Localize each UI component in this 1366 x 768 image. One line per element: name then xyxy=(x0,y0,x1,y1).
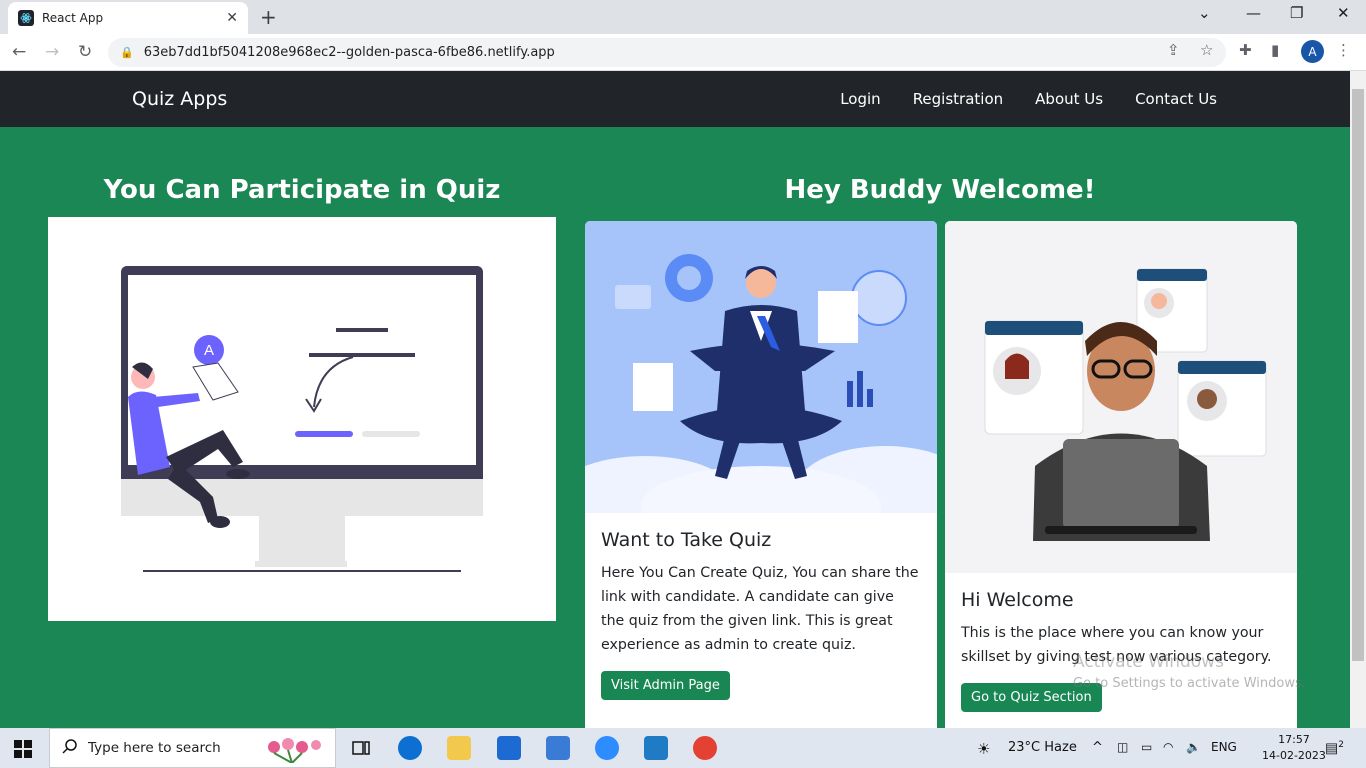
reload-icon[interactable]: ↻ xyxy=(78,42,92,62)
nav-contact-us[interactable]: Contact Us xyxy=(1135,90,1217,108)
meditating-businessman-illustration xyxy=(585,221,937,546)
search-icon xyxy=(62,738,78,758)
page-viewport: Quiz Apps Login Registration About Us Co… xyxy=(0,71,1350,728)
edge-browser-icon[interactable] xyxy=(398,736,422,760)
zoom-icon[interactable] xyxy=(595,736,619,760)
url-text: 63eb7dd1bf5041208e968ec2--golden-pasca-6… xyxy=(143,45,555,60)
tab-title: React App xyxy=(42,11,104,25)
nav-login[interactable]: Login xyxy=(840,90,880,108)
card2-title: Hi Welcome xyxy=(961,589,1074,611)
mail-icon[interactable] xyxy=(497,736,521,760)
minimize-icon[interactable]: — xyxy=(1246,4,1261,22)
address-row: ← → ↻ 🔒 63eb7dd1bf5041208e968ec2--golden… xyxy=(0,34,1366,71)
windows-start-icon[interactable] xyxy=(14,740,32,762)
quiz-badge-letter: A xyxy=(204,342,214,359)
page-scrollbar[interactable] xyxy=(1350,71,1366,728)
activate-windows-title: Activate Windows xyxy=(1073,652,1224,672)
browser-tab[interactable]: React App ✕ xyxy=(8,2,248,34)
meet-now-icon[interactable]: ◫ xyxy=(1117,740,1128,754)
menu-icon[interactable]: ⋮ xyxy=(1336,41,1351,59)
weather-icon: ☀ xyxy=(977,740,991,758)
file-explorer-icon[interactable] xyxy=(447,736,471,760)
clock-time: 17:57 xyxy=(1278,733,1310,746)
man-with-laptop-illustration xyxy=(945,221,1297,573)
browser-tab-bar: React App ✕ + ⌄ — ❐ ✕ xyxy=(0,0,1366,34)
taskbar-search-box[interactable]: Type here to search xyxy=(49,728,336,768)
right-heading: Hey Buddy Welcome! xyxy=(784,175,1096,205)
chrome-icon[interactable] xyxy=(693,736,717,760)
task-view-icon[interactable] xyxy=(349,736,373,760)
back-icon[interactable]: ← xyxy=(12,42,26,62)
search-placeholder: Type here to search xyxy=(88,740,221,756)
share-icon[interactable]: ⇪ xyxy=(1167,41,1180,59)
weather-text[interactable]: 23°C Haze xyxy=(1008,740,1077,755)
bookmark-star-icon[interactable]: ☆ xyxy=(1200,41,1213,59)
site-navbar: Quiz Apps Login Registration About Us Co… xyxy=(0,71,1350,127)
side-panel-icon[interactable]: ▮ xyxy=(1271,41,1279,59)
visit-admin-page-button[interactable]: Visit Admin Page xyxy=(601,671,730,700)
flowers-icon xyxy=(262,735,326,767)
nav-links: Login Registration About Us Contact Us xyxy=(840,90,1217,108)
forward-icon[interactable]: → xyxy=(45,42,59,62)
left-heading: You Can Participate in Quiz xyxy=(103,175,501,205)
profile-avatar[interactable]: A xyxy=(1301,40,1324,63)
card1-text: Here You Can Create Quiz, You can share … xyxy=(601,565,919,653)
address-bar[interactable]: 🔒 63eb7dd1bf5041208e968ec2--golden-pasca… xyxy=(108,38,1226,67)
lock-icon: 🔒 xyxy=(120,46,134,59)
quiz-illustration: A xyxy=(48,217,556,621)
battery-icon[interactable]: ▭ xyxy=(1141,740,1152,754)
volume-icon[interactable]: 🔈 xyxy=(1186,740,1201,754)
admin-card: Want to Take Quiz Here You Can Create Qu… xyxy=(585,221,937,728)
window-close-icon[interactable]: ✕ xyxy=(1337,4,1350,22)
vscode-icon[interactable] xyxy=(644,736,668,760)
restore-icon[interactable]: ❐ xyxy=(1290,4,1303,22)
microsoft-store-icon[interactable] xyxy=(546,736,570,760)
brand-link[interactable]: Quiz Apps xyxy=(132,88,227,110)
react-icon xyxy=(18,10,34,26)
wifi-icon[interactable]: ◠ xyxy=(1163,740,1173,754)
notification-count: 2 xyxy=(1338,740,1344,750)
scrollbar-thumb[interactable] xyxy=(1352,89,1364,661)
windows-taskbar: Type here to search ☀ 23°C Haze ^ ◫ ▭ ◠ … xyxy=(0,728,1366,768)
language-indicator[interactable]: ENG xyxy=(1211,740,1237,754)
system-clock[interactable]: 17:57 14-02-2023 xyxy=(1262,732,1326,764)
nav-about-us[interactable]: About Us xyxy=(1035,90,1103,108)
nav-registration[interactable]: Registration xyxy=(913,90,1003,108)
extensions-icon[interactable]: ✚ xyxy=(1239,41,1252,59)
tab-search-icon[interactable]: ⌄ xyxy=(1198,4,1211,22)
activate-windows-subtitle: Go to Settings to activate Windows. xyxy=(1073,676,1306,691)
tray-chevron-icon[interactable]: ^ xyxy=(1092,740,1103,755)
new-tab-icon[interactable]: + xyxy=(260,5,277,29)
card1-title: Want to Take Quiz xyxy=(601,529,772,551)
notification-icon[interactable]: ▤2 xyxy=(1325,740,1344,757)
tab-close-icon[interactable]: ✕ xyxy=(226,10,238,26)
clock-date: 14-02-2023 xyxy=(1262,749,1326,762)
